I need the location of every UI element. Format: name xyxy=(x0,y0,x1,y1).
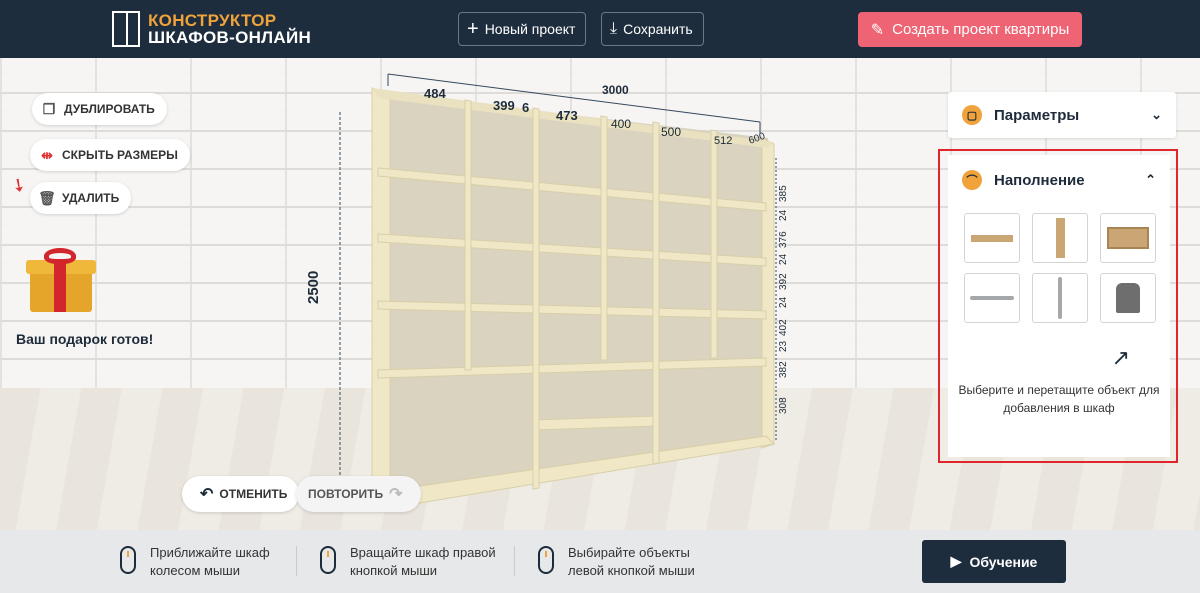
col-dim-7: 512 xyxy=(714,135,732,147)
drawer-icon xyxy=(1107,227,1149,249)
shelf-icon xyxy=(971,234,1013,242)
row-dim-4: 24 xyxy=(778,253,789,265)
rod-icon xyxy=(970,296,1014,300)
chevron-down-icon: ⌄ xyxy=(1151,107,1162,122)
row-dim-9: 382 xyxy=(778,361,789,378)
new-project-button[interactable]: + Новый проект xyxy=(458,12,587,46)
tip-zoom: Приближайте шкаф колесом мыши xyxy=(120,544,280,580)
drag-arrow-icon: ↗ xyxy=(1111,345,1130,370)
hanger-rod-object[interactable] xyxy=(964,273,1020,323)
learning-button[interactable]: ▶ Обучение xyxy=(922,540,1066,583)
duplicate-button[interactable]: ❐ ДУБЛИРОВАТЬ xyxy=(32,93,167,125)
wardrobe-logo-icon xyxy=(112,11,140,47)
logo[interactable]: КОНСТРУКТОР ШКАФОВ-ОНЛАЙН xyxy=(112,11,311,47)
row-dim-3: 376 xyxy=(778,231,789,248)
redo-icon: ↷ xyxy=(389,486,403,503)
row-dim-7: 402 xyxy=(778,319,789,336)
gift-label[interactable]: Ваш подарок готов! xyxy=(16,331,153,347)
drawer-object[interactable] xyxy=(1100,213,1156,263)
mouse-right-icon xyxy=(320,546,336,574)
row-dim-5: 392 xyxy=(778,273,789,290)
col-dim-6: 500 xyxy=(661,125,681,139)
col-dim-1: 484 xyxy=(424,86,446,101)
parameters-accordion[interactable]: ▢ Параметры ⌄ xyxy=(948,92,1176,138)
filling-panel-highlight: ⌒ Наполнение ⌃ ↗ Выберите и перетащите о… xyxy=(938,149,1178,463)
filling-hint: Выберите и перетащите объект для добавле… xyxy=(958,383,1160,415)
tip-rotate: Вращайте шкаф правой кнопкой мыши xyxy=(320,544,500,580)
duplicate-icon: ❐ xyxy=(42,100,56,117)
filling-accordion: ⌒ Наполнение ⌃ ↗ Выберите и перетащите о… xyxy=(948,155,1170,457)
plus-icon: + xyxy=(467,18,479,40)
top-header: КОНСТРУКТОР ШКАФОВ-ОНЛАЙН + Новый проект… xyxy=(0,0,1200,58)
trash-icon: 🗑 xyxy=(38,189,56,206)
side-panel-object[interactable] xyxy=(1032,213,1088,263)
vertical-rod-object[interactable] xyxy=(1032,273,1088,323)
mouse-left-icon xyxy=(538,546,554,574)
vertical-rod-icon xyxy=(1058,277,1062,319)
delete-button[interactable]: 🗑 УДАЛИТЬ xyxy=(30,182,132,214)
undo-button[interactable]: ↶ ОТМЕНИТЬ xyxy=(182,476,300,512)
row-dim-2: 24 xyxy=(778,209,789,221)
row-dim-8: 23 xyxy=(778,340,789,352)
filling-accordion-header[interactable]: ⌒ Наполнение ⌃ xyxy=(948,155,1170,205)
shirt-icon xyxy=(1116,283,1140,313)
hide-dimensions-button[interactable]: ⇹ СКРЫТЬ РАЗМЕРЫ xyxy=(30,139,190,171)
tip-select: Выбирайте объекты левой кнопкой мыши xyxy=(538,544,708,580)
col-dim-2: 399 xyxy=(493,98,515,113)
square-icon: ▢ xyxy=(962,105,982,125)
hanger-icon: ⌒ xyxy=(962,170,982,190)
download-icon: ⤓ xyxy=(610,20,618,37)
width-dimension: 3000 xyxy=(602,83,629,97)
logo-subtitle: ШКАФОВ-ОНЛАЙН xyxy=(148,28,312,47)
row-dim-6: 24 xyxy=(778,296,789,308)
redo-button[interactable]: ПОВТОРИТЬ ↷ xyxy=(296,476,421,512)
row-dim-1: 385 xyxy=(778,185,789,202)
gift-icon[interactable] xyxy=(24,248,96,314)
height-dimension: 2500 xyxy=(305,271,322,304)
clothes-hanger-object[interactable] xyxy=(1100,273,1156,323)
mouse-wheel-icon xyxy=(120,546,136,574)
chevron-up-icon: ⌃ xyxy=(1145,172,1156,187)
save-button[interactable]: ⤓ Сохранить xyxy=(601,12,704,46)
filling-objects-grid xyxy=(948,205,1170,323)
col-dim-3: 6 xyxy=(522,100,529,115)
bottom-tips-bar: Приближайте шкаф колесом мыши Вращайте ш… xyxy=(0,530,1200,593)
col-dim-5: 400 xyxy=(611,117,631,131)
play-icon: ▶ xyxy=(950,553,962,569)
undo-icon: ↶ xyxy=(200,486,214,503)
logo-title: КОНСТРУКТОР xyxy=(148,11,277,30)
create-apartment-project-button[interactable]: ✎ Создать проект квартиры xyxy=(858,12,1082,47)
shelf-object[interactable] xyxy=(964,213,1020,263)
col-dim-4: 473 xyxy=(556,108,578,123)
ruler-pencil-icon: ✎ xyxy=(870,21,885,39)
side-panel-icon xyxy=(1055,218,1065,258)
ruler-cross-icon: ⇹ xyxy=(41,146,53,163)
row-dim-10: 308 xyxy=(778,397,789,414)
